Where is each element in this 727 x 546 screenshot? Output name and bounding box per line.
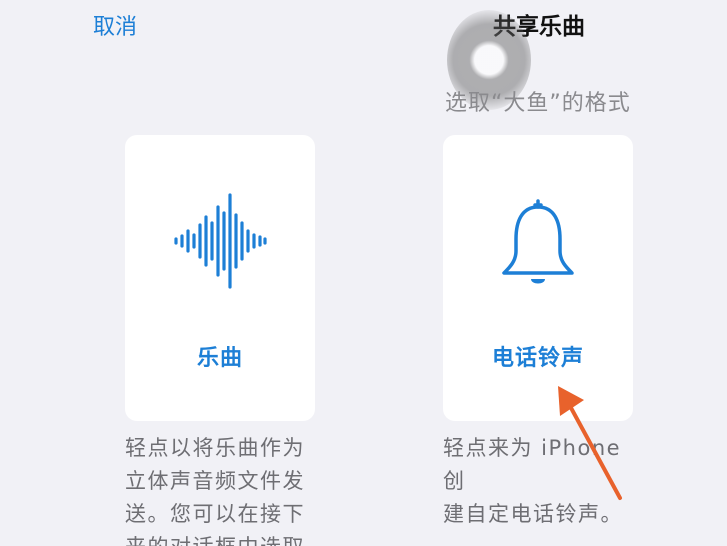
description-line: 送。您可以在接下 (125, 502, 305, 526)
bell-icon (443, 195, 633, 295)
ringtone-option-label: 电话铃声 (491, 346, 584, 371)
description-line: 立体声音频文件发 (125, 469, 305, 493)
annotation-arrow-icon (558, 386, 622, 500)
music-option-description: 轻点以将乐曲作为 立体声音频文件发 送。您可以在接下 来的对话框中选取 (125, 432, 315, 546)
description-line: 轻点以将乐曲作为 (125, 436, 305, 460)
music-option-label: 乐曲 (196, 346, 243, 371)
cancel-button[interactable]: 取消 (93, 9, 137, 41)
music-option-card[interactable]: 乐曲 (125, 135, 315, 421)
waveform-icon (125, 193, 315, 289)
description-line: 来的对话框中选取 (125, 531, 315, 546)
ringtone-option-card[interactable]: 电话铃声 (443, 135, 633, 421)
format-subtitle: 选取“大鱼”的格式 (445, 91, 631, 116)
